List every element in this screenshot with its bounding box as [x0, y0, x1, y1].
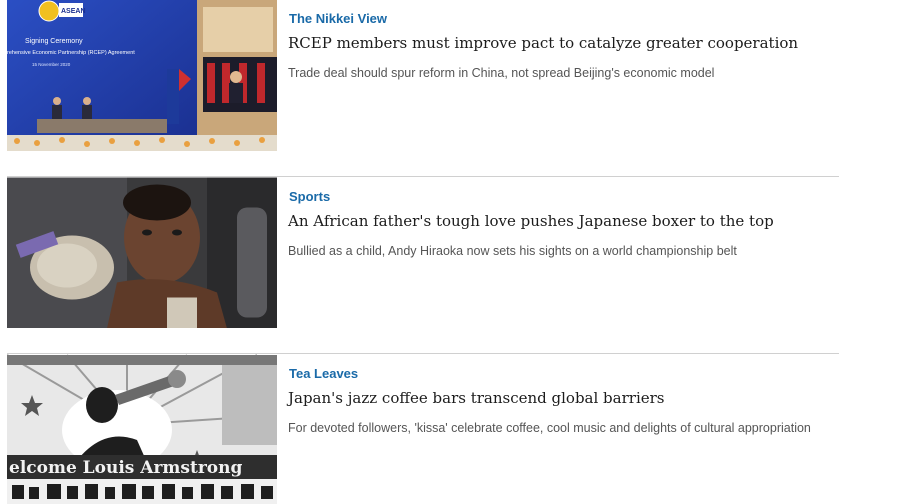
article-summary: For devoted followers, 'kissa' celebrate… — [288, 421, 811, 435]
article-card: elcome Louis Armstrong Tea Leaves Japan'… — [7, 354, 839, 504]
poster-banner-text: elcome Louis Armstrong — [9, 458, 242, 478]
ceremony-line-1: Signing Ceremony — [25, 38, 83, 45]
headline-link[interactable]: An African father's tough love pushes Ja… — [288, 212, 774, 230]
section-link[interactable]: Tea Leaves — [289, 366, 358, 381]
asean-logo-text: ASEAN — [61, 8, 86, 15]
article-card: ASEAN Signing Ceremony rehensive Economi… — [7, 0, 839, 151]
rcep-ceremony-image: ASEAN Signing Ceremony rehensive Economi… — [7, 0, 277, 151]
headline-link[interactable]: RCEP members must improve pact to cataly… — [288, 34, 798, 52]
article-thumbnail[interactable]: ASEAN Signing Ceremony rehensive Economi… — [7, 0, 277, 151]
section-link[interactable]: The Nikkei View — [289, 11, 387, 26]
article-thumbnail[interactable]: elcome Louis Armstrong — [7, 354, 277, 504]
ceremony-line-2: rehensive Economic Partnership (RCEP) Ag… — [7, 50, 135, 56]
article-summary: Trade deal should spur reform in China, … — [288, 66, 715, 80]
article-thumbnail[interactable] — [7, 177, 277, 328]
article-summary: Bullied as a child, Andy Hiraoka now set… — [288, 244, 737, 258]
ceremony-line-3: 15 November 2020 — [32, 62, 71, 67]
article-card: Sports An African father's tough love pu… — [7, 177, 839, 328]
section-link[interactable]: Sports — [289, 189, 330, 204]
headline-link[interactable]: Japan's jazz coffee bars transcend globa… — [288, 389, 665, 407]
louis-armstrong-poster-image: elcome Louis Armstrong — [7, 354, 277, 504]
boxer-photo-image — [7, 177, 277, 328]
